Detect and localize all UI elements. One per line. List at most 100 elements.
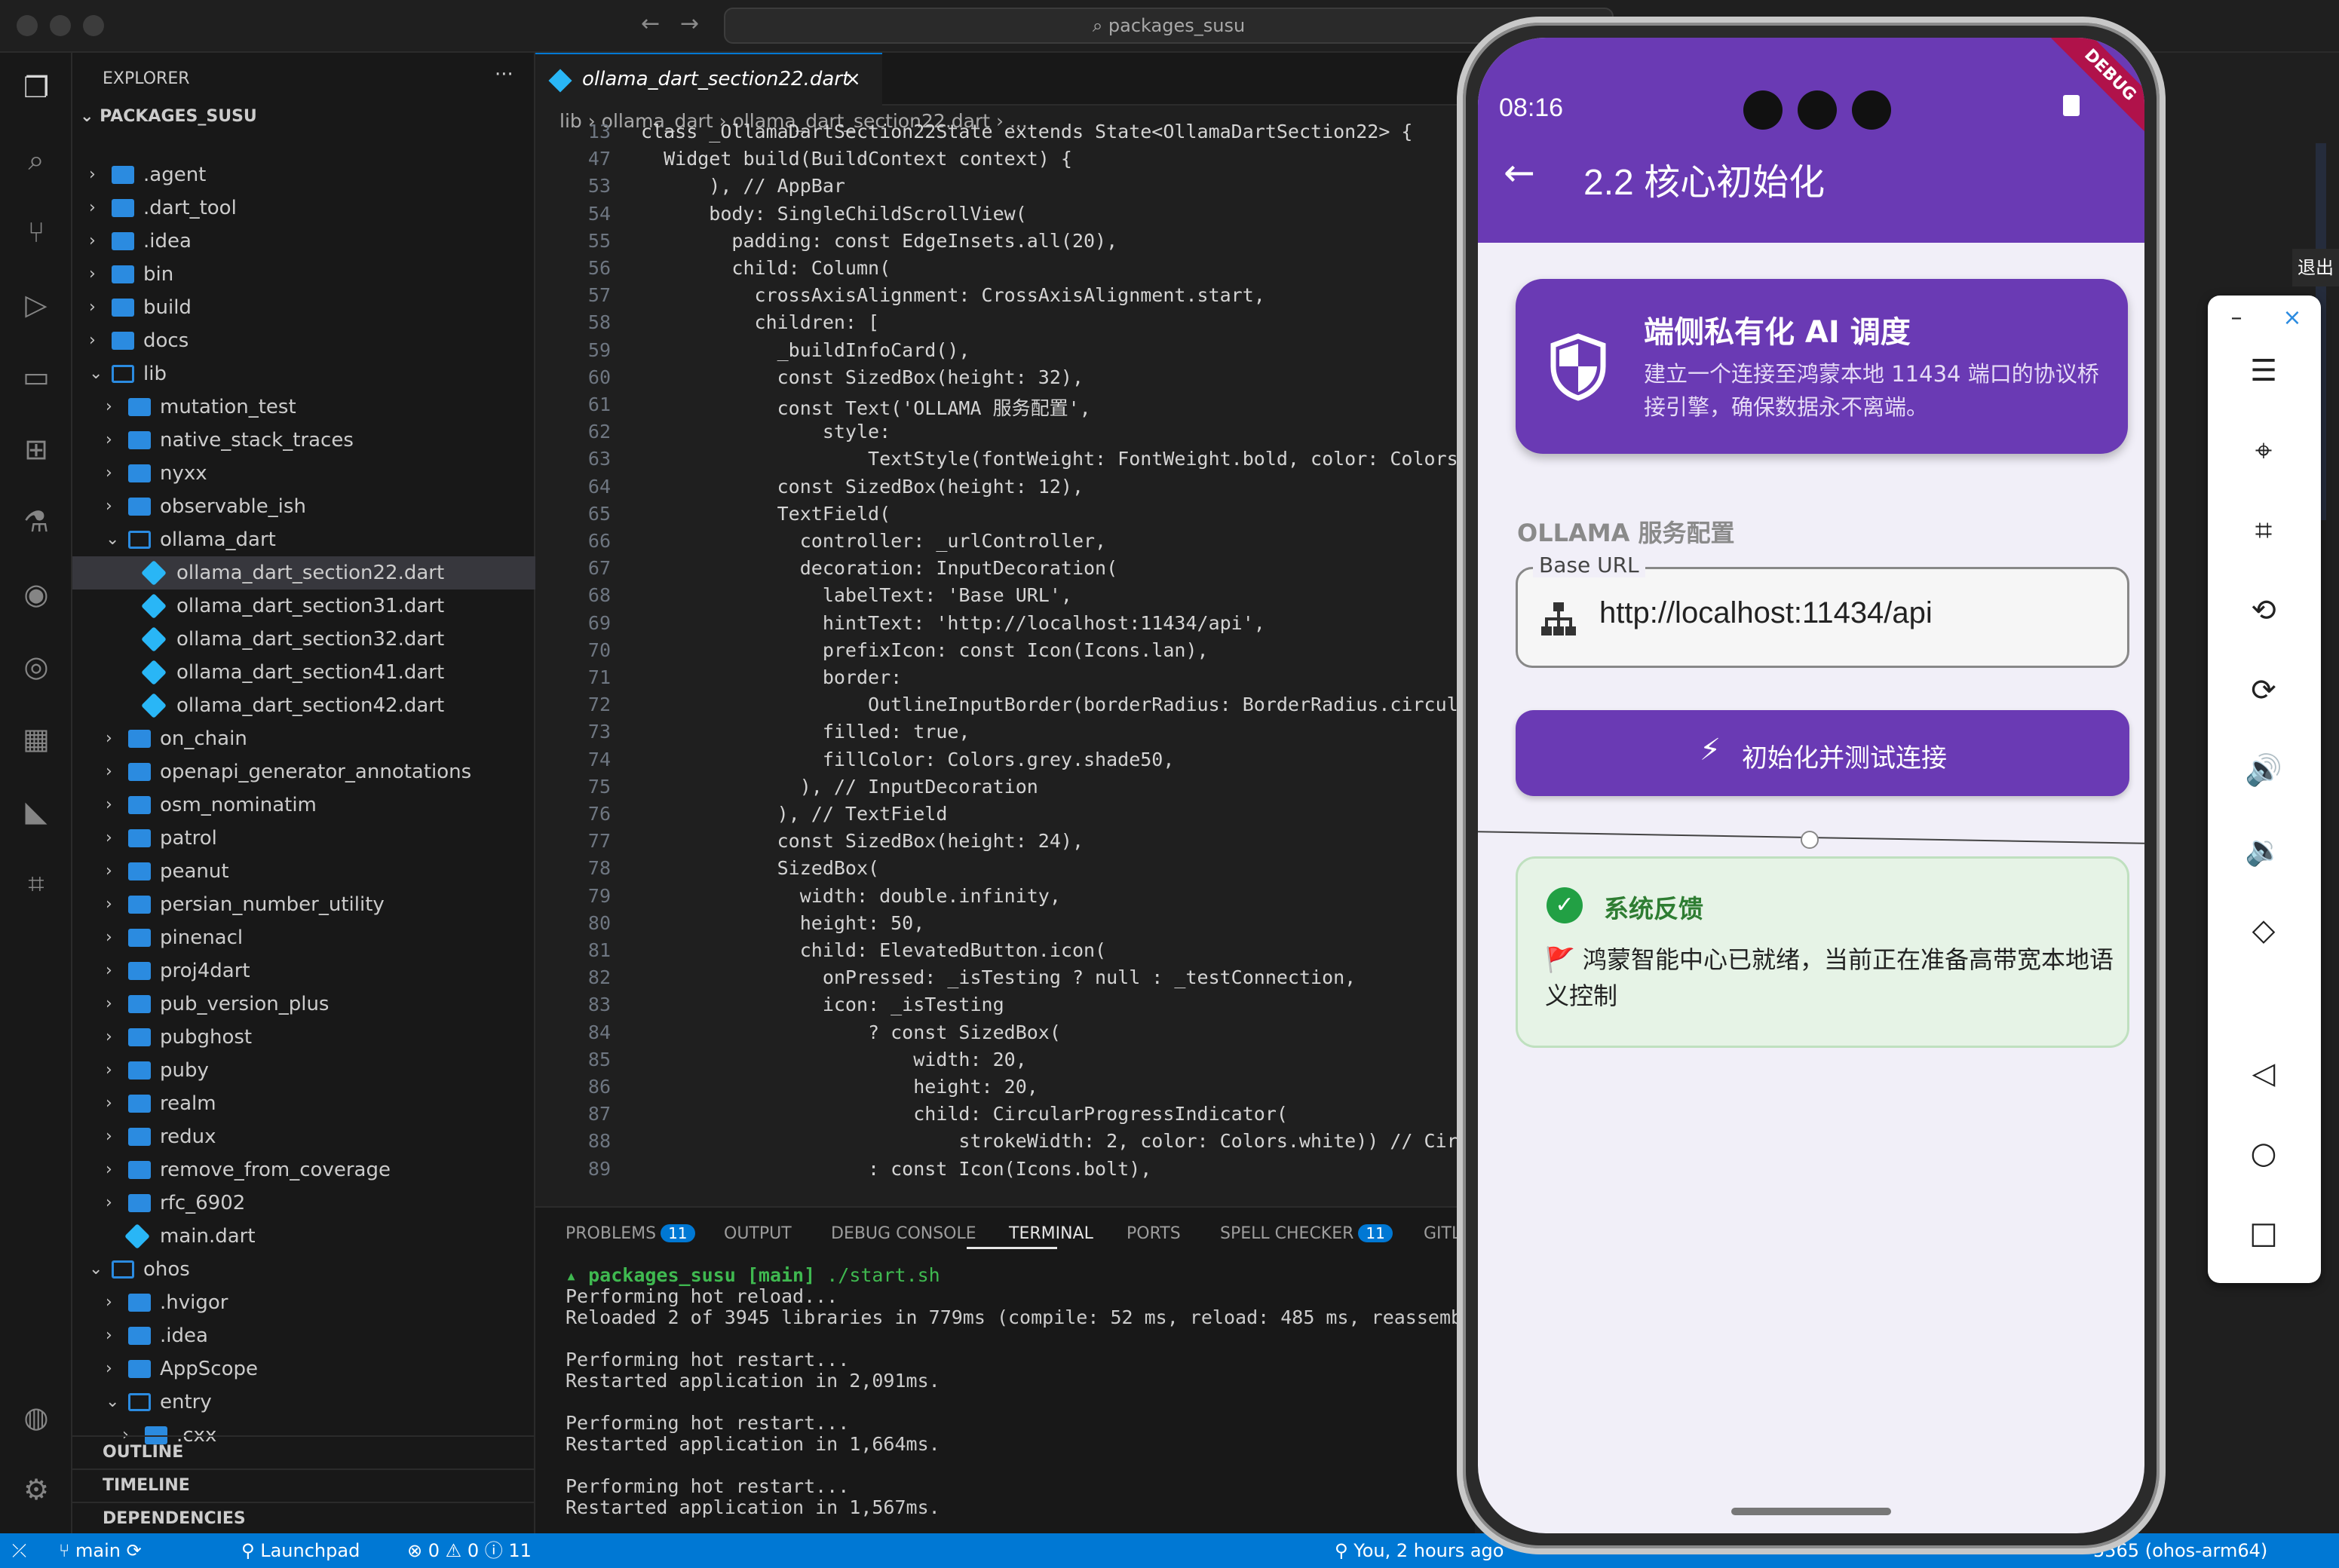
branch-status[interactable]: ⑂ main ⟳ [59, 1533, 142, 1568]
volume-up-icon[interactable]: 🔊 [2241, 748, 2286, 793]
tree-item[interactable]: › patrol [72, 822, 535, 855]
tree-item[interactable]: › pub_version_plus [72, 988, 535, 1021]
panel-tab[interactable]: PORTS [1127, 1224, 1181, 1243]
tree-item[interactable]: › pubghost [72, 1021, 535, 1054]
close-icon[interactable]: × [2270, 296, 2315, 341]
tree-item[interactable]: ollama_dart_section22.dart [72, 556, 535, 590]
tree-item[interactable]: › bin [72, 258, 535, 291]
tree-item[interactable]: › redux [72, 1120, 535, 1153]
tree-item[interactable]: › pinenacl [72, 921, 535, 954]
tree-item[interactable]: › native_stack_traces [72, 424, 535, 457]
exit-button[interactable]: 退出 [2292, 249, 2339, 286]
panel-tab[interactable]: GITL [1424, 1224, 1461, 1243]
panel-tab[interactable]: SPELL CHECKER 11 [1220, 1224, 1393, 1243]
containers-icon[interactable]: ▦ [14, 716, 59, 761]
minimize-window-button[interactable] [50, 15, 71, 36]
extensions-icon[interactable]: ⊞ [14, 427, 59, 472]
panel-tab[interactable]: DEBUG CONSOLE [831, 1224, 976, 1243]
back-arrow-icon[interactable]: ← [641, 11, 660, 37]
remote-icon[interactable]: ⤫ [12, 1533, 26, 1568]
tree-item[interactable]: ⌄ ohos [72, 1253, 535, 1286]
tree-item[interactable]: › .hvigor [72, 1286, 535, 1319]
tree-item[interactable]: › docs [72, 324, 535, 357]
tree-item[interactable]: ollama_dart_section31.dart [72, 590, 535, 623]
rotate-icon[interactable]: ⟲ [2241, 588, 2286, 633]
git-blame-status[interactable]: ⚲ You, 2 hours ago [1335, 1533, 1504, 1568]
search-icon[interactable]: ⌕ [14, 137, 59, 182]
chevron-right-icon: › [106, 1293, 112, 1312]
tree-item[interactable]: › build [72, 291, 535, 324]
nav-back-icon[interactable]: ◁ [2241, 1051, 2286, 1096]
tree-item[interactable]: › openapi_generator_annotations [72, 755, 535, 789]
testing-icon[interactable]: ⚗ [14, 499, 59, 544]
volume-down-icon[interactable]: 🔉 [2241, 828, 2286, 873]
tree-item[interactable]: ollama_dart_section42.dart [72, 689, 535, 722]
tab-ollama-dart-section22[interactable]: ollama_dart_section22.dart × [535, 53, 882, 106]
tree-item[interactable]: ollama_dart_section41.dart [72, 656, 535, 689]
tree-item[interactable]: › peanut [72, 855, 535, 888]
tree-item[interactable]: › .idea [72, 1319, 535, 1352]
launchpad-status[interactable]: ⚲ Launchpad [241, 1533, 360, 1568]
chevron-right-icon: › [89, 331, 96, 350]
menu-icon[interactable]: ☰ [2241, 348, 2286, 394]
tree-item[interactable]: › osm_nominatim [72, 789, 535, 822]
timeline-section[interactable]: TIMELINE [72, 1468, 535, 1502]
tree-item[interactable]: › rfc_6902 [72, 1187, 535, 1220]
tree-item[interactable]: › on_chain [72, 722, 535, 755]
tree-item[interactable]: ⌄ ollama_dart [72, 523, 535, 556]
nav-home-icon[interactable]: ○ [2241, 1131, 2286, 1176]
cursor-icon[interactable]: ⌖ [2241, 428, 2286, 473]
tree-item[interactable]: ollama_dart_section32.dart [72, 623, 535, 656]
tree-item[interactable]: › persian_number_utility [72, 888, 535, 921]
rotate-right-icon[interactable]: ⟳ [2241, 668, 2286, 713]
source-control-icon[interactable]: ⑂ [14, 210, 59, 255]
panel-tab[interactable]: OUTPUT [724, 1224, 792, 1243]
panel-tab[interactable]: PROBLEMS 11 [566, 1224, 695, 1243]
terminal-output[interactable]: ▴ packages_susu [main] ./start.sh Perform… [566, 1265, 1519, 1518]
code-line: crossAxisAlignment: CrossAxisAlignment.s… [641, 284, 1265, 307]
tree-item[interactable]: › observable_ish [72, 490, 535, 523]
panel-tab[interactable]: TERMINAL [1009, 1224, 1093, 1243]
close-window-button[interactable] [17, 15, 38, 36]
close-tab-icon[interactable]: × [845, 54, 861, 104]
tree-item[interactable]: › puby [72, 1054, 535, 1087]
tree-item[interactable]: ⌄ entry [72, 1386, 535, 1419]
minimize-icon[interactable]: – [2214, 296, 2259, 341]
problems-status[interactable]: ⊗ 0 ⚠ 0 ⓘ 11 [407, 1533, 532, 1568]
tree-item[interactable]: › nyxx [72, 457, 535, 490]
tree-item[interactable]: › proj4dart [72, 954, 535, 988]
code-editor[interactable]: 13 class _OllamaDartSection22State extend… [535, 121, 1475, 1191]
tree-item[interactable]: › .agent [72, 158, 535, 191]
nav-recents-icon[interactable]: □ [2241, 1211, 2286, 1256]
forward-arrow-icon[interactable]: → [680, 11, 699, 37]
tree-item[interactable]: › AppScope [72, 1352, 535, 1386]
dependencies-section[interactable]: DEPENDENCIES [72, 1502, 535, 1535]
init-test-connection-button[interactable]: ⚡ 初始化并测试连接 [1516, 710, 2129, 796]
back-arrow-icon[interactable]: ← [1504, 151, 1535, 194]
flutter-icon[interactable]: ◣ [14, 789, 59, 834]
outline-section[interactable]: OUTLINE [72, 1435, 535, 1468]
settings-gear-icon[interactable]: ⚙ [14, 1467, 59, 1512]
run-debug-icon[interactable]: ▷ [14, 282, 59, 327]
tree-item[interactable]: › .idea [72, 225, 535, 258]
terminal-prompt: ▴ packages_susu [main] ./start.sh [566, 1264, 940, 1286]
tree-item[interactable]: main.dart [72, 1220, 535, 1253]
tree-item[interactable]: › realm [72, 1087, 535, 1120]
base-url-field[interactable]: Base URL http://localhost:11434/api [1516, 553, 2129, 668]
tree-item[interactable]: ⌄ lib [72, 357, 535, 390]
git-graph-icon[interactable]: ◉ [14, 571, 59, 617]
zoom-window-button[interactable] [83, 15, 104, 36]
tree-item[interactable]: › .dart_tool [72, 191, 535, 225]
account-icon[interactable]: ◍ [14, 1395, 59, 1440]
explorer-icon[interactable]: ❐ [14, 65, 59, 110]
tree-item[interactable]: › mutation_test [72, 390, 535, 424]
workspace-root[interactable]: ⌄ PACKAGES_SUSU [80, 107, 257, 126]
shake-icon[interactable]: ◇ [2241, 908, 2286, 953]
scan-icon[interactable]: ⌗ [14, 861, 59, 906]
more-actions-icon[interactable]: ··· [495, 63, 513, 86]
crop-icon[interactable]: ⌗ [2241, 508, 2286, 553]
gitlens-icon[interactable]: ◎ [14, 644, 59, 689]
home-indicator[interactable] [1731, 1508, 1891, 1515]
remote-explorer-icon[interactable]: ▭ [14, 354, 59, 400]
tree-item[interactable]: › remove_from_coverage [72, 1153, 535, 1187]
